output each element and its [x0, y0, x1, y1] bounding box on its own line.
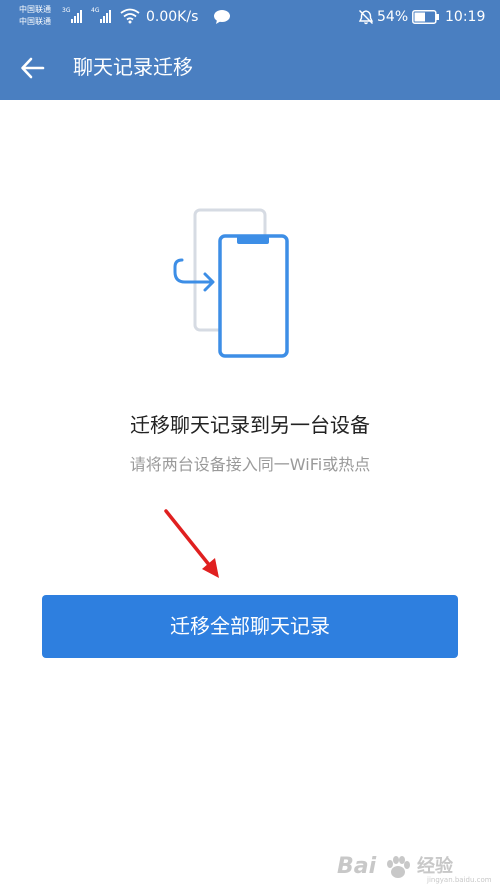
- battery-percent: 54%: [377, 9, 409, 25]
- wifi-icon: [120, 8, 140, 24]
- watermark-brand: Bai: [337, 854, 377, 879]
- paw-logo-icon: [387, 856, 410, 878]
- headline: 迁移聊天记录到另一台设备: [130, 413, 370, 437]
- phone-transfer-illustration: [173, 208, 289, 358]
- carrier-1: 中国联通: [19, 5, 51, 14]
- watermark: Bai 经验 jingyan.baidu.com: [337, 853, 497, 887]
- signal-2-icon: 4G: [91, 7, 117, 23]
- carrier-names: 中国联通 中国联通: [19, 4, 51, 28]
- signal-1-icon: 3G: [62, 7, 86, 23]
- network-type-2: 4G: [91, 7, 100, 14]
- status-bar: 中国联通 中国联通 3G 4G 0.00K/s 54% 10:19: [0, 0, 500, 34]
- page-title: 聊天记录迁移: [73, 55, 193, 79]
- message-icon: [214, 10, 230, 24]
- red-annotation-arrow-icon: [164, 509, 219, 578]
- mute-bell-icon: [358, 10, 374, 25]
- clock: 10:19: [445, 9, 486, 25]
- carrier-2: 中国联通: [19, 17, 51, 26]
- subline: 请将两台设备接入同一WiFi或热点: [129, 455, 371, 474]
- network-type-1: 3G: [62, 7, 71, 14]
- watermark-url: jingyan.baidu.com: [427, 876, 492, 884]
- app-bar: 聊天记录迁移: [0, 34, 500, 100]
- battery-icon: [412, 10, 439, 24]
- network-speed: 0.00K/s: [146, 9, 199, 25]
- back-arrow-icon[interactable]: [18, 53, 48, 83]
- migrate-all-button[interactable]: 迁移全部聊天记录: [42, 595, 458, 658]
